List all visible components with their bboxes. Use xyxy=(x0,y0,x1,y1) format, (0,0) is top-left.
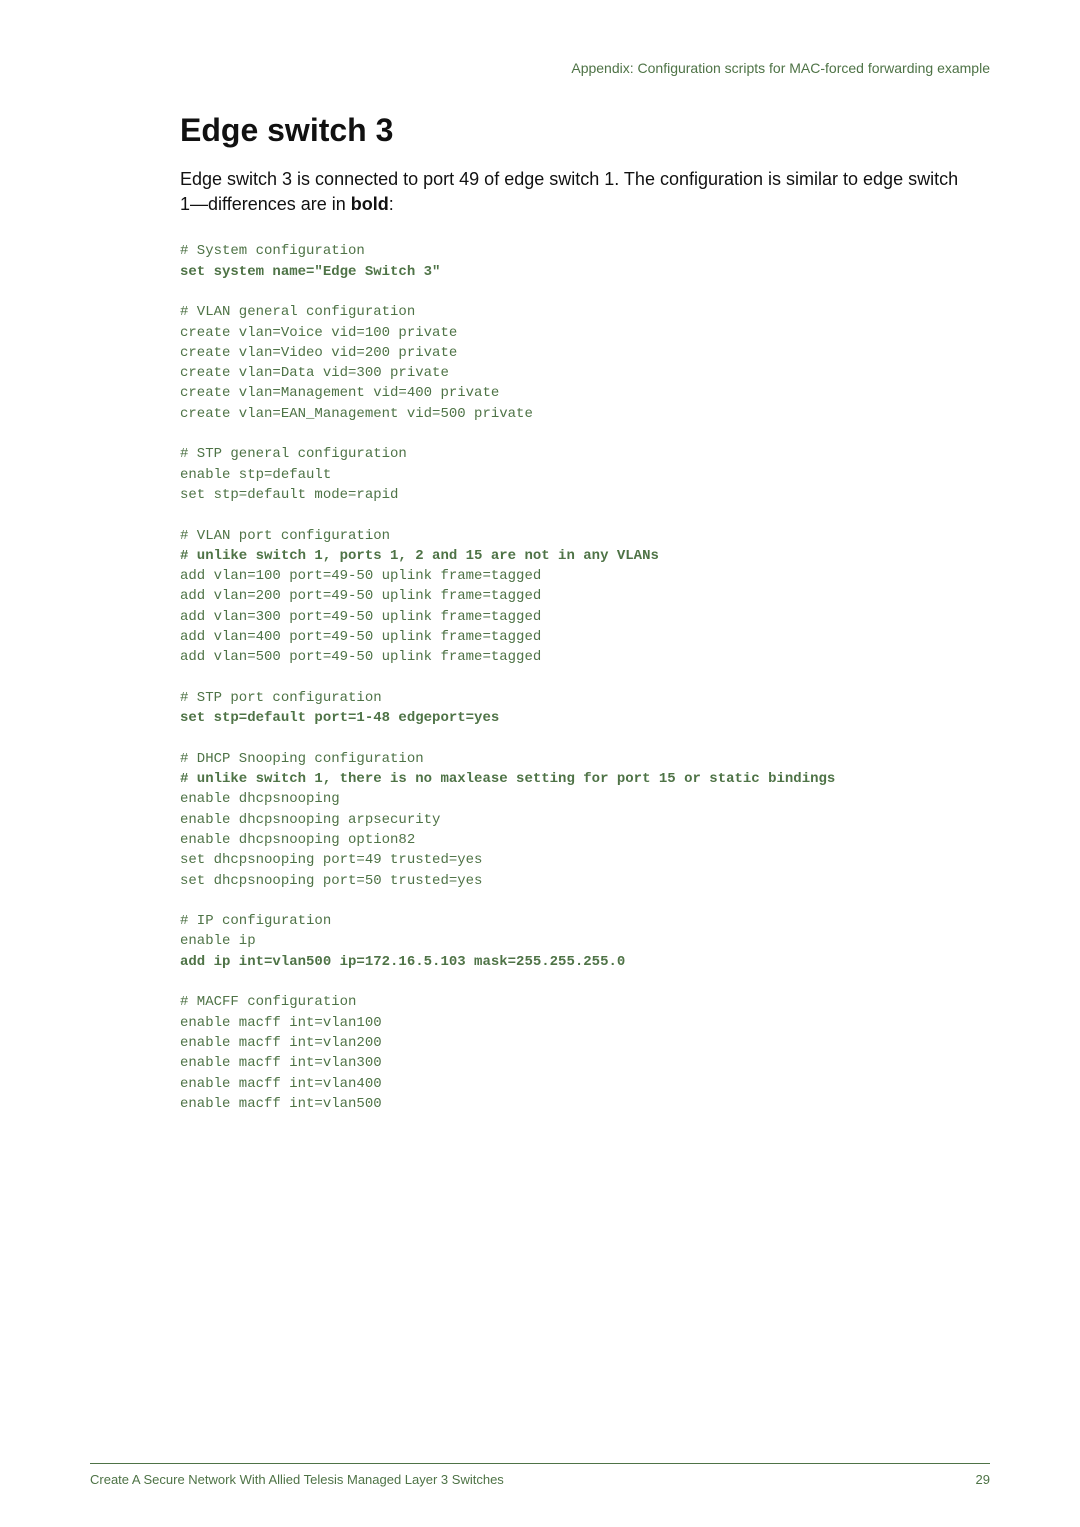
intro-paragraph: Edge switch 3 is connected to port 49 of… xyxy=(180,167,960,217)
footer-page-number: 29 xyxy=(976,1472,990,1487)
config-line: set stp=default mode=rapid xyxy=(180,487,398,503)
config-line: set dhcpsnooping port=49 trusted=yes xyxy=(180,852,482,868)
config-line: set dhcpsnooping port=50 trusted=yes xyxy=(180,873,482,889)
page-footer: Create A Secure Network With Allied Tele… xyxy=(90,1463,990,1487)
config-line: set stp=default port=1-48 edgeport=yes xyxy=(180,710,499,726)
config-line: enable stp=default xyxy=(180,467,331,483)
config-line: # unlike switch 1, there is no maxlease … xyxy=(180,771,835,787)
config-line: add vlan=500 port=49-50 uplink frame=tag… xyxy=(180,649,541,665)
config-line: # System configuration xyxy=(180,243,365,259)
config-line: # STP general configuration xyxy=(180,446,407,462)
intro-text-post: : xyxy=(389,194,394,214)
config-line: add vlan=300 port=49-50 uplink frame=tag… xyxy=(180,609,541,625)
config-line: enable ip xyxy=(180,933,256,949)
config-line: # unlike switch 1, ports 1, 2 and 15 are… xyxy=(180,548,659,564)
config-line: add ip int=vlan500 ip=172.16.5.103 mask=… xyxy=(180,954,625,970)
config-line: add vlan=100 port=49-50 uplink frame=tag… xyxy=(180,568,541,584)
config-line: # VLAN port configuration xyxy=(180,528,390,544)
config-line: add vlan=200 port=49-50 uplink frame=tag… xyxy=(180,588,541,604)
config-line: create vlan=Voice vid=100 private xyxy=(180,325,457,341)
footer-left: Create A Secure Network With Allied Tele… xyxy=(90,1472,504,1487)
page: Appendix: Configuration scripts for MAC-… xyxy=(0,0,1080,1527)
config-line: # IP configuration xyxy=(180,913,331,929)
config-line: create vlan=Data vid=300 private xyxy=(180,365,449,381)
config-line: enable macff int=vlan300 xyxy=(180,1055,382,1071)
config-line: # STP port configuration xyxy=(180,690,382,706)
config-line: enable macff int=vlan200 xyxy=(180,1035,382,1051)
running-header: Appendix: Configuration scripts for MAC-… xyxy=(180,60,990,76)
config-line: enable macff int=vlan400 xyxy=(180,1076,382,1092)
config-line: # MACFF configuration xyxy=(180,994,356,1010)
config-line: create vlan=Management vid=400 private xyxy=(180,385,499,401)
config-line: enable dhcpsnooping arpsecurity xyxy=(180,812,440,828)
intro-text-pre: Edge switch 3 is connected to port 49 of… xyxy=(180,169,958,214)
config-line: # DHCP Snooping configuration xyxy=(180,751,424,767)
config-line: enable macff int=vlan500 xyxy=(180,1096,382,1112)
config-line: enable dhcpsnooping xyxy=(180,791,340,807)
config-line: # VLAN general configuration xyxy=(180,304,415,320)
config-line: enable dhcpsnooping option82 xyxy=(180,832,415,848)
config-script: # System configuration set system name="… xyxy=(180,241,990,1114)
intro-text-bold: bold xyxy=(351,194,389,214)
config-line: add vlan=400 port=49-50 uplink frame=tag… xyxy=(180,629,541,645)
config-line: set system name="Edge Switch 3" xyxy=(180,264,440,280)
config-line: create vlan=EAN_Management vid=500 priva… xyxy=(180,406,533,422)
config-line: enable macff int=vlan100 xyxy=(180,1015,382,1031)
config-line: create vlan=Video vid=200 private xyxy=(180,345,457,361)
section-title: Edge switch 3 xyxy=(180,112,990,149)
